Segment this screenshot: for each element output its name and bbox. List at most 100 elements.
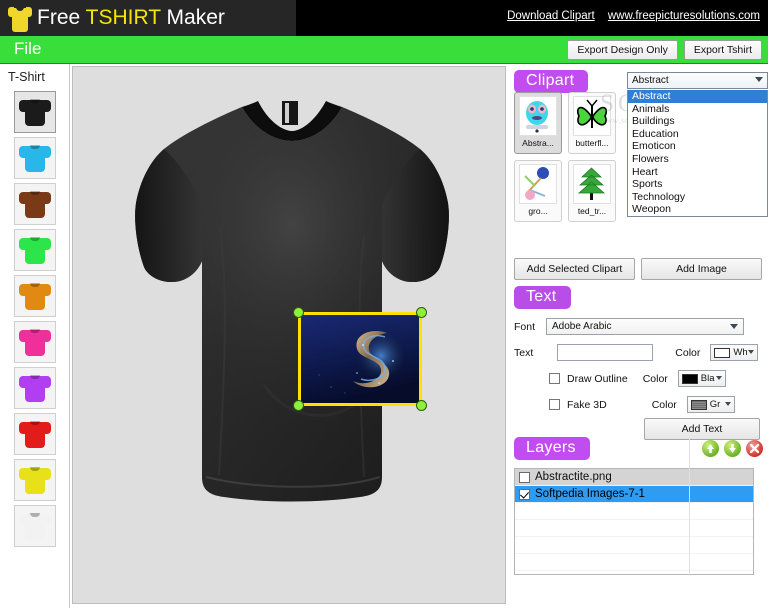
tshirt-color-sidebar: T-Shirt bbox=[0, 64, 70, 608]
chevron-down-icon bbox=[755, 77, 763, 82]
tshirt-swatch-white[interactable] bbox=[13, 505, 56, 547]
layers-list[interactable]: Abstractite.png Softpedia Images-7-1 bbox=[514, 437, 754, 575]
resize-handle-top-right[interactable] bbox=[416, 307, 427, 318]
outline-color-label: Color bbox=[642, 372, 668, 385]
tshirt-icon bbox=[18, 466, 51, 494]
title-bar: Free TSHIRT Maker Download Clipart www.f… bbox=[0, 0, 768, 36]
fake3d-color-value: Gr bbox=[709, 399, 721, 410]
app-title-part2: Maker bbox=[160, 6, 225, 29]
tshirt-swatch-orange[interactable] bbox=[13, 275, 56, 317]
tshirt-icon bbox=[18, 420, 51, 448]
tshirt-icon bbox=[18, 190, 51, 218]
add-selected-clipart-button[interactable]: Add Selected Clipart bbox=[514, 258, 635, 280]
clipart-item-gro[interactable]: gro... bbox=[514, 160, 562, 222]
chevron-down-icon bbox=[748, 350, 755, 354]
export-button-group: Export Design Only Export Tshirt bbox=[567, 40, 762, 60]
text-label: Text bbox=[514, 346, 534, 359]
design-canvas[interactable] bbox=[72, 66, 506, 604]
tshirt-swatch-purple[interactable] bbox=[13, 367, 56, 409]
download-clipart-link[interactable]: Download Clipart bbox=[507, 10, 595, 22]
tshirt-swatch-blue[interactable] bbox=[13, 137, 56, 179]
clipart-category-option[interactable]: Animals bbox=[628, 103, 767, 116]
fake-3d-row: Fake 3D Color Gr bbox=[514, 396, 764, 413]
clipart-item-label: ted_tr... bbox=[577, 206, 607, 216]
text-color-value: Wh bbox=[733, 347, 748, 358]
design-artwork bbox=[301, 315, 419, 403]
layer-row-empty bbox=[515, 571, 753, 574]
clipart-item-label: gro... bbox=[528, 206, 548, 216]
clipart-thumbnail-grid: Abstra... butterfl... gro... ted_tr... bbox=[514, 92, 634, 222]
tshirt-swatch-green[interactable] bbox=[13, 229, 56, 271]
clipart-category-option[interactable]: Technology bbox=[628, 191, 767, 204]
app-brand: Free TSHIRT Maker bbox=[0, 0, 296, 36]
layer-visibility-checkbox[interactable] bbox=[519, 488, 530, 500]
font-select[interactable]: Adobe Arabic bbox=[546, 318, 745, 335]
right-tools-panel: SOFTPEDIA www.softpedia.com Clipart Abst… bbox=[508, 64, 768, 608]
outline-color-select[interactable]: Bla bbox=[677, 370, 726, 387]
resize-handle-bottom-right[interactable] bbox=[416, 400, 427, 411]
clipart-category-option[interactable]: Weopon bbox=[628, 203, 767, 216]
clipart-item-abstract[interactable]: Abstra... bbox=[514, 92, 562, 154]
tshirt-swatch-yellow[interactable] bbox=[13, 459, 56, 501]
clipart-thumbnail-icon bbox=[519, 96, 557, 136]
add-image-button[interactable]: Add Image bbox=[641, 258, 762, 280]
delete-x-icon[interactable] bbox=[746, 440, 763, 457]
menu-item-file[interactable]: File bbox=[14, 39, 41, 59]
layer-row-empty bbox=[515, 520, 753, 537]
layers-heading: Layers bbox=[514, 437, 590, 460]
layer-row-empty bbox=[515, 503, 753, 520]
tshirt-swatch-black[interactable] bbox=[13, 91, 56, 133]
clipart-item-ted-tree[interactable]: ted_tr... bbox=[568, 160, 616, 222]
fake3d-color-label: Color bbox=[651, 398, 677, 411]
tshirt-swatch-pink[interactable] bbox=[13, 321, 56, 363]
layer-visibility-checkbox[interactable] bbox=[519, 471, 530, 483]
website-link[interactable]: www.freepicturesolutions.com bbox=[608, 10, 760, 22]
export-tshirt-button[interactable]: Export Tshirt bbox=[683, 40, 762, 60]
text-heading: Text bbox=[514, 286, 571, 309]
font-row: Font Adobe Arabic bbox=[514, 318, 764, 335]
text-input[interactable] bbox=[557, 344, 654, 361]
fake3d-color-select[interactable]: Gr bbox=[686, 396, 735, 413]
clipart-category-option[interactable]: Sports bbox=[628, 178, 767, 191]
draw-outline-checkbox[interactable] bbox=[549, 373, 560, 384]
tshirt-swatch-brown[interactable] bbox=[13, 183, 56, 225]
tshirt-logo-icon bbox=[8, 4, 32, 32]
layer-row[interactable]: Abstractite.png bbox=[515, 469, 753, 486]
layer-action-icons bbox=[702, 440, 763, 457]
color-swatch bbox=[690, 399, 707, 410]
clipart-category-option[interactable]: Emoticon bbox=[628, 140, 767, 153]
clipart-category-option[interactable]: Abstract bbox=[628, 90, 767, 103]
app-title-highlight: TSHIRT bbox=[85, 6, 161, 29]
arrow-up-icon[interactable] bbox=[702, 440, 719, 457]
resize-handle-top-left[interactable] bbox=[293, 307, 304, 318]
color-swatch bbox=[681, 373, 698, 384]
clipart-category-option[interactable]: Heart bbox=[628, 166, 767, 179]
layer-row[interactable]: Softpedia Images-7-1 bbox=[515, 486, 753, 503]
text-color-label: Color bbox=[675, 346, 701, 359]
clipart-category-option[interactable]: Education bbox=[628, 128, 767, 141]
fake-3d-checkbox[interactable] bbox=[549, 399, 560, 410]
app-title: Free TSHIRT Maker bbox=[37, 6, 225, 30]
tshirt-icon bbox=[18, 328, 51, 356]
text-color-select[interactable]: Wh bbox=[710, 344, 759, 361]
clipart-item-label: butterfl... bbox=[575, 138, 609, 148]
clipart-category-dropdown[interactable]: Abstract Abstract Animals Buildings Educati… bbox=[627, 72, 768, 217]
clipart-category-option-list[interactable]: Abstract Animals Buildings Education Emotico… bbox=[627, 90, 768, 217]
resize-handle-bottom-left[interactable] bbox=[293, 400, 304, 411]
arrow-down-icon[interactable] bbox=[724, 440, 741, 457]
selected-design-bounding-box[interactable] bbox=[293, 307, 427, 411]
tshirt-swatch-red[interactable] bbox=[13, 413, 56, 455]
tshirt-icon bbox=[18, 236, 51, 264]
clipart-category-combo[interactable]: Abstract bbox=[627, 72, 768, 89]
export-design-only-button[interactable]: Export Design Only bbox=[567, 40, 678, 60]
clipart-category-option[interactable]: Flowers bbox=[628, 153, 767, 166]
clipart-category-option[interactable]: Buildings bbox=[628, 115, 767, 128]
tshirt-icon bbox=[18, 144, 51, 172]
text-input-row: Text Color Wh bbox=[514, 344, 764, 361]
clipart-item-butterfly[interactable]: butterfl... bbox=[568, 92, 616, 154]
tshirt-maker-window: Free TSHIRT Maker Download Clipart www.f… bbox=[0, 0, 768, 608]
clipart-heading: Clipart bbox=[514, 70, 589, 93]
clipart-thumbnail-icon bbox=[573, 164, 611, 204]
clipart-thumbnail-icon bbox=[519, 164, 557, 204]
layer-row-empty bbox=[515, 537, 753, 554]
